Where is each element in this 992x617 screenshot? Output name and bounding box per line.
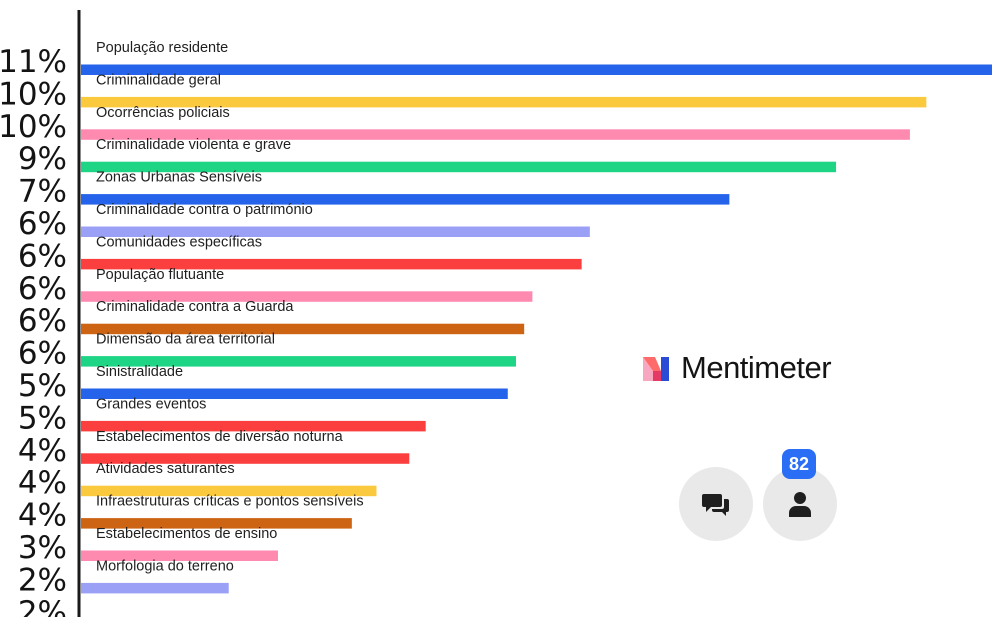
category-label: Grandes eventos [96, 396, 206, 412]
percentage-label: 4% [18, 498, 67, 534]
bar [81, 582, 229, 594]
percentage-label: 5% [18, 368, 67, 404]
percentage-label: 2% [18, 562, 67, 598]
percentage-label: 11% [0, 44, 67, 80]
category-label: Atividades saturantes [96, 461, 235, 477]
percentage-label: 2% [18, 595, 67, 617]
category-label: Ocorrências policiais [96, 105, 230, 121]
participant-count-badge: 82 [782, 449, 816, 479]
mentimeter-logo: Mentimeter [641, 350, 832, 386]
category-label: Sinistralidade [96, 364, 183, 380]
percentage-label: 4% [18, 465, 67, 501]
percentage-label: 6% [18, 271, 67, 307]
category-label: Criminalidade violenta e grave [96, 137, 291, 153]
percentage-label: 6% [18, 206, 67, 242]
percentage-label: 7% [18, 174, 67, 210]
category-label: Criminalidade geral [96, 72, 221, 88]
category-label: População residente [96, 40, 228, 56]
category-label: Morfologia do terreno [96, 558, 234, 574]
category-label: Estabelecimentos de ensino [96, 526, 277, 542]
category-label: Zonas Urbanas Sensíveis [96, 170, 262, 186]
percentage-label: 6% [18, 303, 67, 339]
category-label: Criminalidade contra o património [96, 202, 313, 218]
percentage-label: 4% [18, 433, 67, 469]
mentimeter-mark-icon [643, 357, 669, 381]
category-label: Dimensão da área territorial [96, 332, 275, 348]
category-label: População flutuante [96, 267, 224, 283]
bar-chart: População residente Criminalidade geral Oc… [0, 10, 992, 617]
person-icon [789, 492, 811, 517]
category-label: Comunidades específicas [96, 234, 262, 250]
percentage-label: 6% [18, 238, 67, 274]
comments-button[interactable] [679, 467, 753, 541]
percentage-label: 9% [18, 141, 67, 177]
category-label: Infraestruturas críticas e pontos sensív… [96, 494, 364, 510]
category-label: Estabelecimentos de diversão noturna [96, 429, 344, 445]
percentage-label: 10% [0, 76, 67, 112]
comments-icon [702, 494, 729, 516]
brand-name: Mentimeter [681, 350, 832, 385]
category-label: Criminalidade contra a Guarda [96, 299, 294, 315]
percentage-label: 3% [18, 530, 67, 566]
percentage-label: 5% [18, 400, 67, 436]
percentage-label: 6% [18, 336, 67, 372]
percentage-label: 10% [0, 109, 67, 145]
